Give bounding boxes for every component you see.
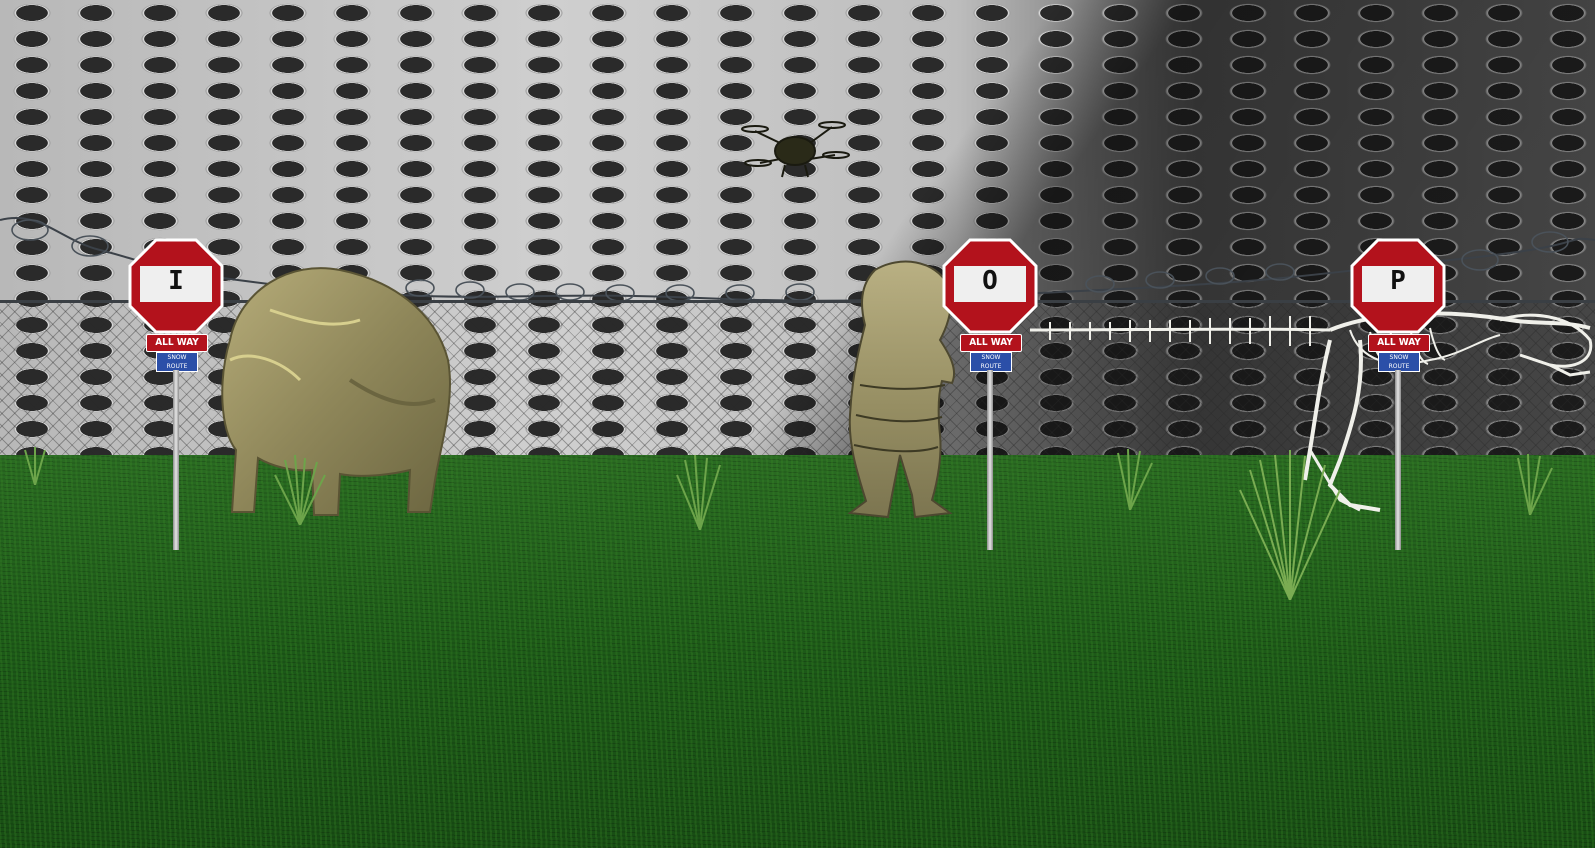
drone[interactable] — [740, 115, 850, 185]
sign-key-label: I — [168, 266, 184, 296]
stop-sign-p[interactable]: P ALL WAY SNOW ROUTE — [1350, 238, 1446, 558]
sign-pole — [1395, 370, 1401, 550]
sign-key-label: O — [982, 266, 998, 296]
grass-tuft — [1517, 453, 1553, 515]
sign-pole — [987, 370, 993, 550]
all-way-plate: ALL WAY — [960, 334, 1022, 352]
snow-route-plate: SNOW ROUTE — [156, 352, 198, 372]
snow-route-plate: SNOW ROUTE — [1378, 352, 1420, 372]
stop-sign-i[interactable]: I ALL WAY SNOW ROUTE — [128, 238, 224, 558]
snow-route-plate: SNOW ROUTE — [970, 352, 1012, 372]
armored-dinosaur[interactable] — [210, 250, 460, 525]
game-viewport[interactable]: I ALL WAY SNOW ROUTE O ALL WAY SNOW ROUT… — [0, 0, 1595, 848]
grass-tuft — [24, 447, 46, 485]
all-way-plate: ALL WAY — [1368, 334, 1430, 352]
grass-tuft — [274, 454, 326, 525]
grass-tuft — [1117, 448, 1153, 510]
stop-sign-o[interactable]: O ALL WAY SNOW ROUTE — [942, 238, 1038, 558]
sign-key-label: P — [1390, 266, 1406, 296]
all-way-plate: ALL WAY — [146, 334, 208, 352]
sign-pole — [173, 370, 179, 550]
grass-tuft — [676, 454, 721, 530]
grass-tuft — [1239, 450, 1341, 600]
